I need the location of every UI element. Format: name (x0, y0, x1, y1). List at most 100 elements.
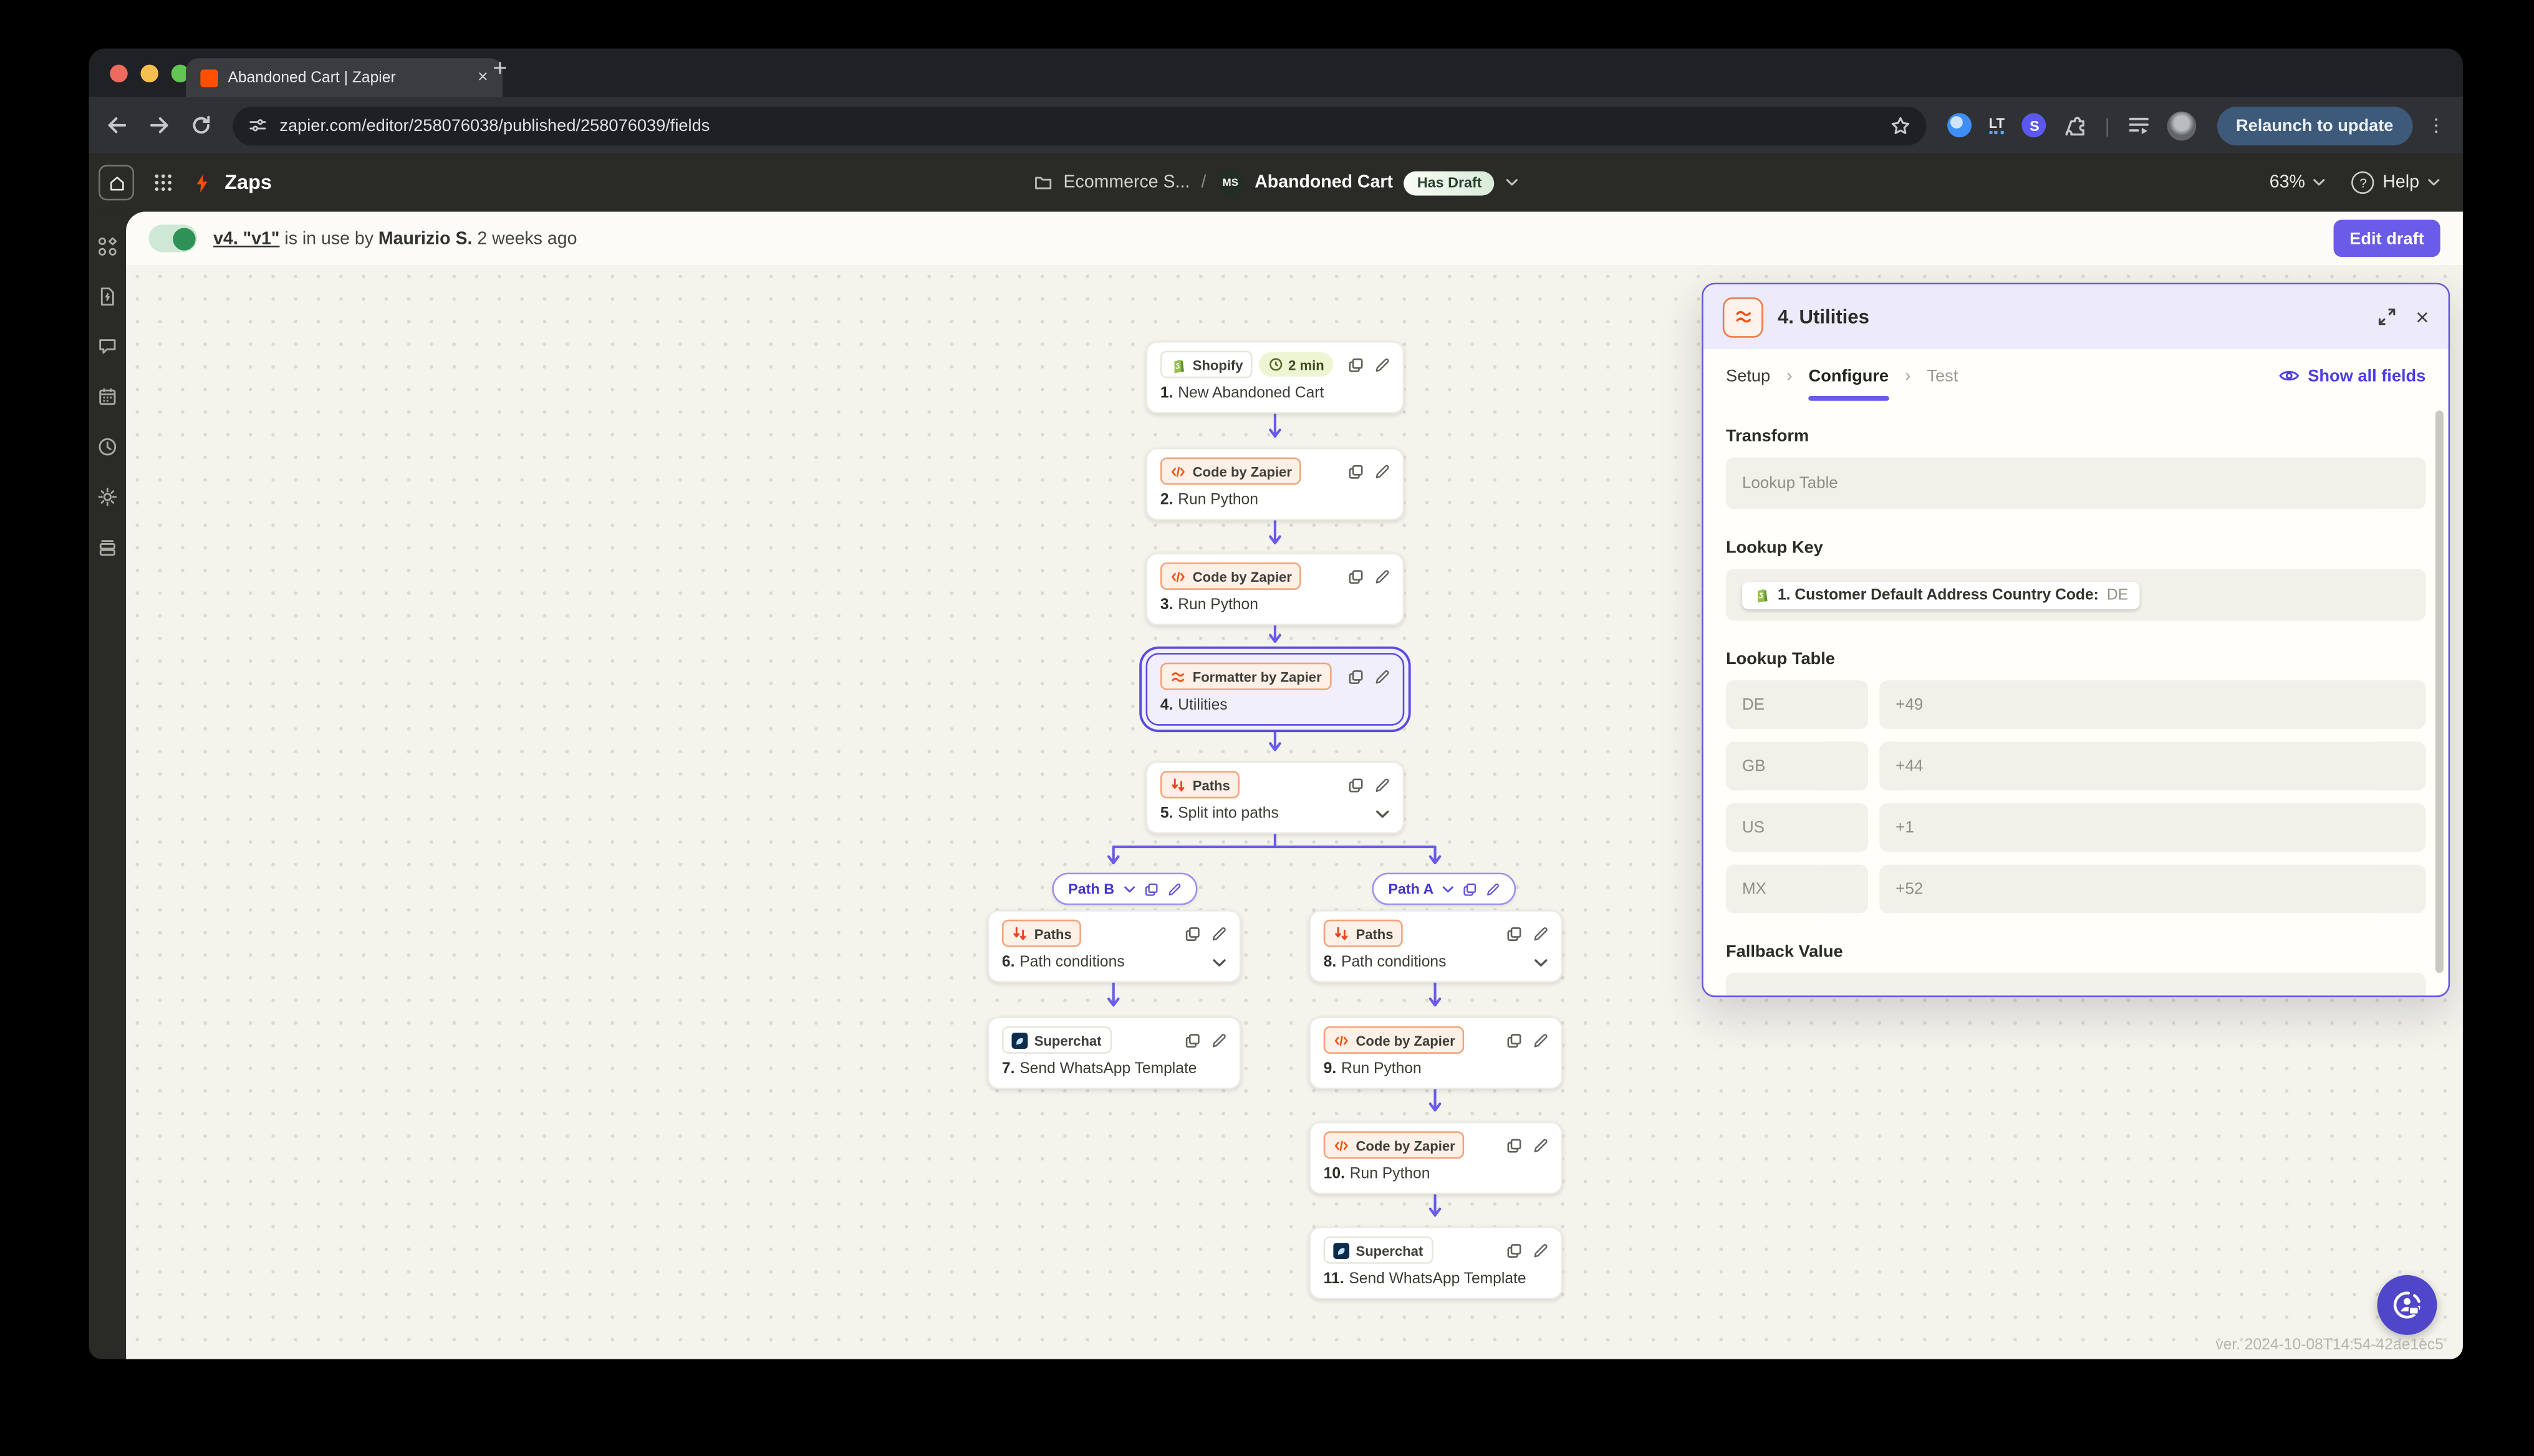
copy-icon[interactable] (1348, 463, 1364, 480)
copy-icon[interactable] (1348, 668, 1364, 685)
panel-scrollbar[interactable] (2435, 410, 2444, 973)
site-settings-icon[interactable] (249, 117, 267, 135)
path-b-pill[interactable]: Path B (1052, 872, 1197, 905)
expand-icon[interactable] (2377, 307, 2396, 326)
bookmark-star-icon[interactable] (1891, 115, 1910, 135)
edit-icon[interactable] (1374, 463, 1390, 480)
extensions-puzzle-icon[interactable] (2064, 114, 2087, 137)
sidebar-schedule-icon[interactable] (97, 386, 118, 407)
zoom-level-control[interactable]: 63% (2270, 173, 2326, 192)
browser-menu-icon[interactable]: ⋮ (2427, 115, 2445, 136)
breadcrumb-folder[interactable]: Ecommerce S... (1064, 173, 1190, 192)
chevron-down-icon[interactable] (1506, 178, 1519, 188)
edit-icon[interactable] (1532, 1137, 1548, 1153)
address-bar[interactable]: zapier.com/editor/258076038/published/25… (233, 105, 1926, 145)
step-node-6[interactable]: Paths 6. Path conditions (987, 910, 1241, 983)
tab-configure[interactable]: Configure (1808, 366, 1889, 400)
lookup-row-key-input[interactable]: US (1726, 803, 1869, 852)
copy-icon[interactable] (1348, 568, 1364, 584)
show-all-fields-button[interactable]: Show all fields (2279, 366, 2426, 385)
edit-icon[interactable] (1210, 1032, 1226, 1048)
lookup-row-value-input[interactable]: +44 (1879, 741, 2426, 791)
edit-icon[interactable] (1532, 1242, 1548, 1258)
copy-icon[interactable] (1348, 356, 1364, 372)
lookup-key-input[interactable]: 1. Customer Default Address Country Code… (1726, 569, 2426, 621)
edit-icon[interactable] (1374, 668, 1390, 685)
extension-icon-blue[interactable] (1947, 113, 1972, 138)
edit-draft-button[interactable]: Edit draft (2333, 219, 2440, 258)
transform-select[interactable]: Lookup Table (1726, 457, 2426, 509)
help-menu[interactable]: ? Help (2352, 171, 2440, 195)
copy-icon[interactable] (1185, 925, 1201, 942)
home-button[interactable] (99, 165, 135, 201)
step-node-9[interactable]: Code by Zapier 9. Run Python (1309, 1016, 1563, 1089)
forward-icon[interactable] (148, 115, 170, 136)
step-node-5[interactable]: Paths 5. Split into paths (1145, 761, 1405, 834)
support-chat-button[interactable] (2377, 1275, 2437, 1335)
browser-profile-avatar[interactable] (2166, 110, 2196, 140)
chevron-down-icon[interactable] (1122, 885, 1135, 893)
app-switcher-icon[interactable] (153, 173, 173, 192)
step-node-3[interactable]: Code by Zapier 3. Run Python (1145, 552, 1405, 626)
version-link[interactable]: v4. "v1" (213, 229, 279, 248)
fallback-value-input[interactable] (1726, 973, 2426, 996)
step-node-7[interactable]: Superchat 7. Send WhatsApp Template (987, 1016, 1241, 1089)
lookup-row-value-input[interactable]: +52 (1879, 864, 2426, 914)
minimize-window-button[interactable] (140, 64, 158, 82)
close-tab-icon[interactable]: × (478, 68, 488, 87)
close-icon[interactable]: × (2416, 306, 2429, 328)
mapped-field-token[interactable]: 1. Customer Default Address Country Code… (1742, 581, 2140, 609)
copy-icon[interactable] (1144, 882, 1158, 896)
step-node-2[interactable]: Code by Zapier 2. Run Python (1145, 447, 1405, 521)
edit-icon[interactable] (1210, 925, 1226, 942)
new-tab-button[interactable]: + (493, 55, 507, 82)
lookup-row-key-input[interactable]: DE (1726, 680, 1869, 729)
lookup-row-value-input[interactable]: +49 (1879, 680, 2426, 729)
languagetool-icon[interactable]: LT (1988, 115, 2005, 135)
sidebar-notes-icon[interactable] (97, 336, 118, 357)
sidebar-history-icon[interactable] (97, 436, 118, 458)
step-node-1[interactable]: Shopify 2 min 1. New Abandoned Cart (1145, 340, 1405, 414)
chevron-down-icon[interactable] (1534, 958, 1548, 968)
edit-icon[interactable] (1374, 776, 1390, 793)
copy-icon[interactable] (1463, 882, 1477, 896)
step-node-10[interactable]: Code by Zapier 10. Run Python (1309, 1121, 1563, 1195)
lookup-row-key-input[interactable]: MX (1726, 864, 1869, 914)
copy-icon[interactable] (1506, 1242, 1523, 1258)
chevron-down-icon[interactable] (1212, 958, 1226, 968)
chevron-down-icon[interactable] (1442, 885, 1455, 893)
copy-icon[interactable] (1185, 1032, 1201, 1048)
copy-icon[interactable] (1348, 776, 1364, 793)
step-node-11[interactable]: Superchat 11. Send WhatsApp Template (1309, 1227, 1563, 1299)
workflow-canvas[interactable]: Shopify 2 min 1. New Abandoned Cart Code … (126, 265, 2463, 1359)
reload-icon[interactable] (191, 115, 212, 136)
edit-icon[interactable] (1532, 925, 1548, 942)
edit-icon[interactable] (1374, 568, 1390, 584)
tab-test[interactable]: Test (1927, 366, 1958, 385)
copy-icon[interactable] (1506, 1137, 1523, 1153)
extension-icon-s[interactable]: S (2022, 113, 2047, 138)
edit-icon[interactable] (1166, 882, 1180, 896)
zap-on-toggle[interactable] (148, 224, 198, 253)
sidebar-zap-details-icon[interactable] (97, 286, 118, 307)
copy-icon[interactable] (1506, 925, 1523, 942)
lookup-row-value-input[interactable]: +1 (1879, 803, 2426, 852)
copy-icon[interactable] (1506, 1032, 1523, 1048)
browser-tab[interactable]: Abandoned Cart | Zapier × (186, 58, 503, 97)
reading-list-icon[interactable] (2127, 115, 2149, 136)
lookup-row-key-input[interactable]: GB (1726, 741, 1869, 791)
edit-icon[interactable] (1532, 1032, 1548, 1048)
edit-icon[interactable] (1485, 882, 1500, 896)
chevron-down-icon[interactable] (1375, 809, 1390, 819)
sidebar-versions-icon[interactable] (97, 536, 118, 557)
zap-name[interactable]: Abandoned Cart (1255, 173, 1393, 192)
back-icon[interactable] (107, 115, 128, 136)
close-window-button[interactable] (110, 64, 128, 82)
relaunch-to-update-button[interactable]: Relaunch to update (2216, 105, 2413, 145)
edit-icon[interactable] (1374, 356, 1390, 372)
tab-setup[interactable]: Setup (1726, 366, 1770, 385)
step-node-8[interactable]: Paths 8. Path conditions (1309, 910, 1563, 983)
sidebar-settings-icon[interactable] (97, 486, 118, 508)
path-a-pill[interactable]: Path A (1372, 872, 1516, 905)
step-node-4-selected[interactable]: Formatter by Zapier 4. Utilities (1145, 653, 1405, 726)
